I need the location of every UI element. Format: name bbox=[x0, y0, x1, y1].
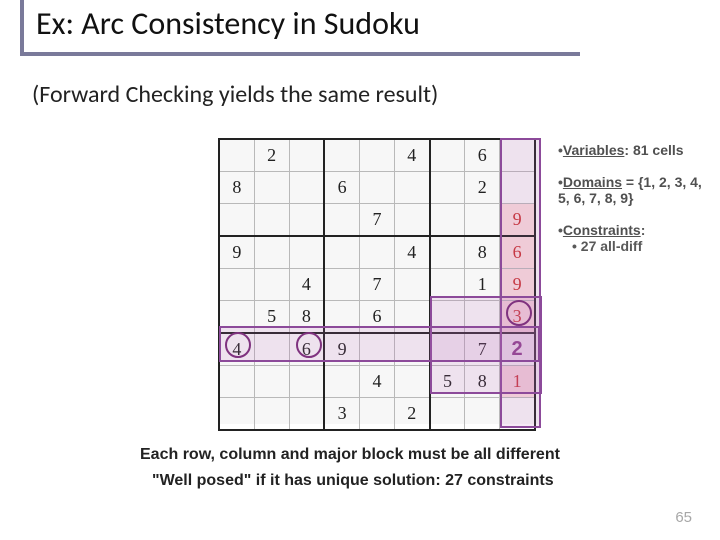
note-label: Variables bbox=[563, 142, 625, 158]
sudoku-cell bbox=[289, 398, 324, 431]
sudoku-cell: 3 bbox=[500, 301, 535, 334]
sudoku-cell: 7 bbox=[360, 204, 395, 237]
sudoku-cell bbox=[254, 204, 289, 237]
sudoku-cell: 6 bbox=[465, 139, 500, 172]
sudoku-cell: 9 bbox=[324, 333, 359, 366]
sudoku-cell: 4 bbox=[394, 139, 429, 172]
sudoku-cell bbox=[465, 204, 500, 237]
sudoku-cell bbox=[289, 139, 324, 172]
sudoku-cell: 1 bbox=[465, 269, 500, 301]
subtitle: (Forward Checking yields the same result… bbox=[32, 80, 438, 109]
sudoku-cell bbox=[360, 172, 395, 204]
sudoku-cell: 3 bbox=[324, 398, 359, 431]
sudoku-cell bbox=[430, 236, 465, 269]
sudoku-cell: 2 bbox=[500, 333, 535, 366]
note-label: Constraints bbox=[563, 222, 641, 238]
sudoku-cell: 2 bbox=[254, 139, 289, 172]
note-label: Domains bbox=[563, 174, 622, 190]
sudoku-cell bbox=[219, 139, 254, 172]
page-title: Ex: Arc Consistency in Sudoku bbox=[36, 0, 580, 48]
sudoku-cell bbox=[430, 398, 465, 431]
sudoku-cell: 7 bbox=[360, 269, 395, 301]
sudoku-cell bbox=[219, 366, 254, 398]
sudoku-cell: 6 bbox=[324, 172, 359, 204]
sudoku-cell: 6 bbox=[360, 301, 395, 334]
note-variables: •Variables: 81 cells bbox=[558, 142, 714, 158]
sudoku-cell: 4 bbox=[394, 236, 429, 269]
page-number: 65 bbox=[675, 509, 692, 526]
sudoku-cell bbox=[430, 333, 465, 366]
sudoku-cell bbox=[219, 204, 254, 237]
sudoku-cell bbox=[289, 204, 324, 237]
sudoku-cell bbox=[430, 172, 465, 204]
sudoku-cell bbox=[254, 366, 289, 398]
sudoku-cell bbox=[289, 172, 324, 204]
sudoku-cell bbox=[254, 333, 289, 366]
sudoku-cell bbox=[324, 236, 359, 269]
sudoku-cell bbox=[394, 269, 429, 301]
sudoku-cell: 8 bbox=[465, 236, 500, 269]
sudoku-cell: 6 bbox=[289, 333, 324, 366]
sudoku-cell bbox=[254, 398, 289, 431]
sudoku-cell: 8 bbox=[289, 301, 324, 334]
caption-rule: Each row, column and major block must be… bbox=[140, 446, 560, 464]
sudoku-cell: 4 bbox=[219, 333, 254, 366]
sudoku-cell bbox=[254, 172, 289, 204]
sudoku-cell: 2 bbox=[394, 398, 429, 431]
sudoku-cell: 8 bbox=[219, 172, 254, 204]
sudoku-cell bbox=[324, 204, 359, 237]
sudoku-cell bbox=[500, 398, 535, 431]
sudoku-cell: 8 bbox=[465, 366, 500, 398]
sudoku-cell bbox=[289, 366, 324, 398]
sudoku-cell bbox=[430, 139, 465, 172]
sudoku-cell: 4 bbox=[360, 366, 395, 398]
sudoku-cell bbox=[324, 269, 359, 301]
sudoku-cell bbox=[324, 366, 359, 398]
sudoku-cell bbox=[394, 204, 429, 237]
sudoku-cell bbox=[500, 172, 535, 204]
sudoku-cell bbox=[360, 333, 395, 366]
sudoku-grid: 2468627994864719586346972458132 bbox=[218, 138, 540, 424]
note-constraints: •Constraints: • 27 all-diff bbox=[558, 222, 714, 254]
note-value: : 81 cells bbox=[624, 142, 683, 158]
sudoku-cell: 1 bbox=[500, 366, 535, 398]
sudoku-cell bbox=[430, 301, 465, 334]
sudoku-cell: 7 bbox=[465, 333, 500, 366]
sudoku-cell bbox=[254, 236, 289, 269]
sudoku-cell bbox=[500, 139, 535, 172]
sudoku-cell bbox=[394, 301, 429, 334]
sudoku-cell bbox=[219, 301, 254, 334]
sudoku-cell: 9 bbox=[219, 236, 254, 269]
sudoku-cell bbox=[465, 398, 500, 431]
note-value: 27 all-diff bbox=[577, 238, 642, 254]
sudoku-cell bbox=[254, 269, 289, 301]
sudoku-cell: 9 bbox=[500, 269, 535, 301]
notes-panel: •Variables: 81 cells •Domains = {1, 2, 3… bbox=[558, 142, 714, 270]
sudoku-cell bbox=[219, 269, 254, 301]
sudoku-cell: 6 bbox=[500, 236, 535, 269]
sudoku-cell bbox=[360, 236, 395, 269]
sudoku-cell: 4 bbox=[289, 269, 324, 301]
sudoku-cell bbox=[324, 139, 359, 172]
sudoku-cell: 9 bbox=[500, 204, 535, 237]
sudoku-cell bbox=[465, 301, 500, 334]
sudoku-cell: 2 bbox=[465, 172, 500, 204]
sudoku-cell bbox=[430, 269, 465, 301]
sudoku-cell bbox=[394, 366, 429, 398]
sudoku-cell bbox=[360, 139, 395, 172]
note-sub: • 27 all-diff bbox=[572, 238, 714, 254]
note-domains: •Domains = {1, 2, 3, 4, 5, 6, 7, 8, 9} bbox=[558, 174, 714, 206]
slide: Ex: Arc Consistency in Sudoku (Forward C… bbox=[0, 0, 720, 540]
caption-wellposed: "Well posed" if it has unique solution: … bbox=[152, 472, 554, 490]
sudoku-cell bbox=[360, 398, 395, 431]
sudoku-cell bbox=[289, 236, 324, 269]
title-block: Ex: Arc Consistency in Sudoku bbox=[20, 0, 580, 56]
sudoku-cell bbox=[430, 204, 465, 237]
sudoku-cell bbox=[394, 333, 429, 366]
sudoku-cell bbox=[394, 172, 429, 204]
sudoku-cell bbox=[324, 301, 359, 334]
sudoku-cell bbox=[219, 398, 254, 431]
sudoku-cell: 5 bbox=[254, 301, 289, 334]
sudoku-cell: 5 bbox=[430, 366, 465, 398]
